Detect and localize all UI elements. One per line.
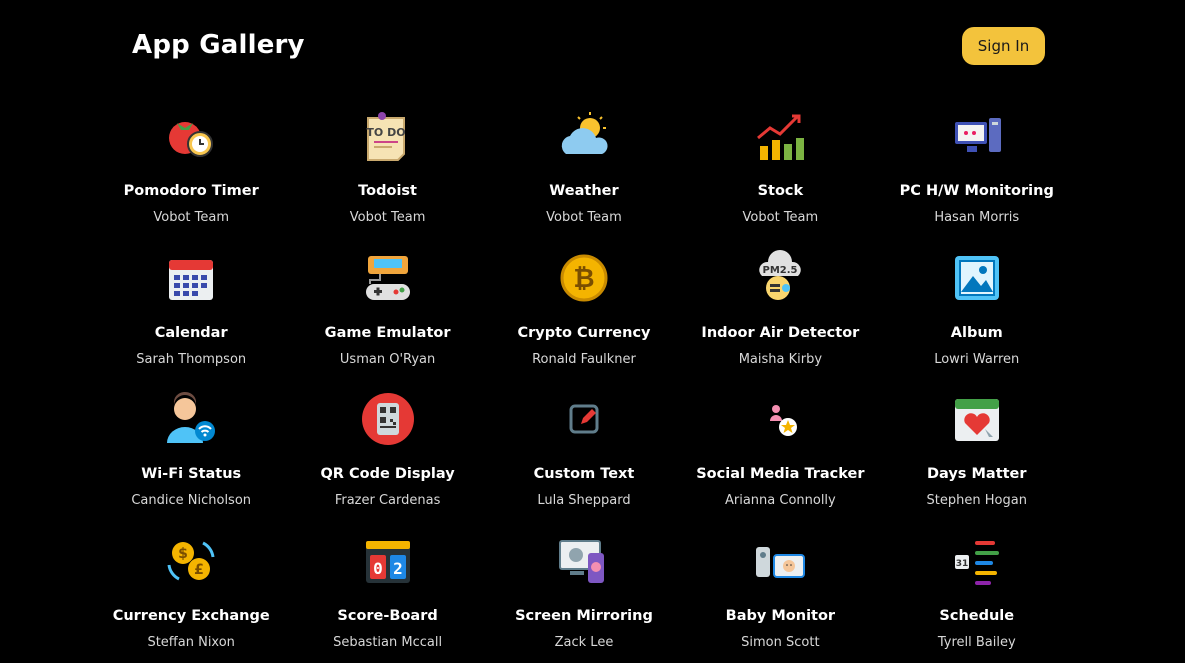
svg-text:£: £ (194, 562, 204, 578)
edit-square-icon (554, 389, 614, 449)
app-card[interactable]: Album Lowri Warren (879, 248, 1075, 390)
app-name: Album (950, 324, 1003, 341)
app-card[interactable]: Social Media Tracker Arianna Connolly (682, 389, 878, 531)
svg-text:2: 2 (393, 559, 403, 578)
scoreboard-icon: 02 (358, 531, 418, 591)
app-name: Baby Monitor (725, 607, 836, 624)
app-name: Crypto Currency (517, 324, 651, 341)
app-card[interactable]: Wi-Fi Status Candice Nicholson (93, 389, 289, 531)
app-card[interactable]: Stock Vobot Team (682, 106, 878, 248)
app-author: Steffan Nixon (147, 634, 235, 650)
app-card[interactable]: Screen Mirroring Zack Lee (486, 531, 682, 663)
app-name: Schedule (939, 607, 1015, 624)
app-grid: Pomodoro Timer Vobot Team TO DO Todoist Vobo… (93, 106, 1075, 663)
app-card[interactable]: ₿ Crypto Currency Ronald Faulkner (486, 248, 682, 390)
pc-monitor-icon (947, 106, 1007, 166)
app-author: Tyrell Bailey (937, 634, 1016, 650)
app-card[interactable]: TO DO Todoist Vobot Team (289, 106, 485, 248)
game-console-icon (358, 248, 418, 308)
app-card[interactable]: 0 2 Score-Board Sebastian Mccall (289, 531, 485, 663)
app-card[interactable]: 31 Schedule Tyrell Bailey (879, 531, 1075, 663)
app-author: Zack Lee (554, 634, 614, 650)
calendar-icon (161, 248, 221, 308)
tomato-clock-icon (161, 106, 221, 166)
screen-mirror-icon (554, 531, 614, 591)
app-author: Lula Sheppard (537, 493, 631, 508)
app-author: Sarah Thompson (136, 351, 247, 367)
app-author: Candice Nicholson (131, 493, 252, 508)
app-author: Simon Scott (741, 634, 820, 650)
app-name: Stock (757, 183, 804, 199)
app-author: Frazer Cardenas (334, 493, 441, 508)
pm25-cloud-icon: PM2.5 (750, 248, 810, 308)
svg-text:$: $ (178, 546, 188, 562)
app-author: Stephen Hogan (926, 493, 1027, 508)
app-name: Pomodoro Timer (123, 183, 259, 199)
app-name: Social Media Tracker (696, 466, 865, 482)
stock-chart-icon (750, 106, 810, 166)
app-name: Currency Exchange (112, 607, 270, 624)
app-name: Days Matter (926, 466, 1027, 482)
app-author: Ronald Faulkner (532, 351, 636, 367)
app-card[interactable]: $ £ Currency Exchange Steffan Nixon (93, 531, 289, 663)
app-name: Screen Mirroring (515, 607, 653, 624)
sign-in-button[interactable]: Sign In (962, 27, 1045, 65)
app-card[interactable]: Calendar Sarah Thompson (93, 248, 289, 390)
app-name: Weather (549, 183, 619, 199)
qr-code-icon (358, 389, 418, 449)
svg-text:31: 31 (955, 559, 968, 569)
app-card[interactable]: Pomodoro Timer Vobot Team (93, 106, 289, 248)
app-card[interactable]: QR Code Display Frazer Cardenas (289, 389, 485, 531)
schedule-list-icon: 31 (947, 531, 1007, 591)
svg-text:₿: ₿ (573, 264, 594, 294)
app-name: QR Code Display (320, 466, 455, 482)
app-name: PC H/W Monitoring (899, 183, 1054, 199)
app-card[interactable]: Days Matter Stephen Hogan (879, 389, 1075, 531)
app-card[interactable]: PC H/W Monitoring Hasan Morris (879, 106, 1075, 248)
app-name: Wi-Fi Status (141, 466, 242, 482)
app-name: Indoor Air Detector (701, 324, 860, 341)
currency-exchange-icon: $ £ (161, 531, 221, 591)
app-card[interactable]: PM2.5 Indoor Air Detector Maisha Kirby (682, 248, 878, 390)
bitcoin-icon: ₿ (554, 248, 614, 308)
app-name: Game Emulator (324, 324, 451, 341)
app-author: Sebastian Mccall (333, 634, 443, 650)
todo-note-icon: TO DO (358, 106, 418, 166)
app-author: Arianna Connolly (724, 493, 836, 508)
svg-text:PM2.5: PM2.5 (763, 265, 798, 276)
app-author: Lowri Warren (934, 351, 1020, 367)
app-author: Maisha Kirby (738, 351, 823, 367)
app-name: Score-Board (337, 607, 438, 624)
app-author: Vobot Team (153, 210, 230, 225)
heart-calendar-icon (947, 389, 1007, 449)
app-card[interactable]: Custom Text Lula Sheppard (486, 389, 682, 531)
app-author: Hasan Morris (934, 210, 1020, 225)
app-author: Usman O'Ryan (339, 351, 436, 367)
page-title: App Gallery (132, 30, 305, 60)
app-card[interactable]: Game Emulator Usman O'Ryan (289, 248, 485, 390)
app-name: Calendar (154, 324, 228, 341)
app-card[interactable]: Weather Vobot Team (486, 106, 682, 248)
app-author: Vobot Team (349, 210, 426, 225)
app-author: Vobot Team (546, 210, 622, 225)
app-card[interactable]: Baby Monitor Simon Scott (682, 531, 878, 663)
svg-text:TO DO: TO DO (366, 126, 405, 139)
baby-monitor-icon (750, 531, 810, 591)
photo-album-icon (947, 248, 1007, 308)
app-gallery-page: App Gallery Sign In Pomodoro Timer Vobot … (0, 0, 1185, 663)
person-wifi-icon (161, 389, 221, 449)
app-author: Vobot Team (742, 210, 819, 225)
sun-cloud-icon (554, 106, 614, 166)
app-name: Custom Text (533, 466, 635, 482)
app-name: Todoist (358, 183, 417, 199)
svg-text:0: 0 (373, 559, 383, 578)
social-star-icon (750, 389, 810, 449)
